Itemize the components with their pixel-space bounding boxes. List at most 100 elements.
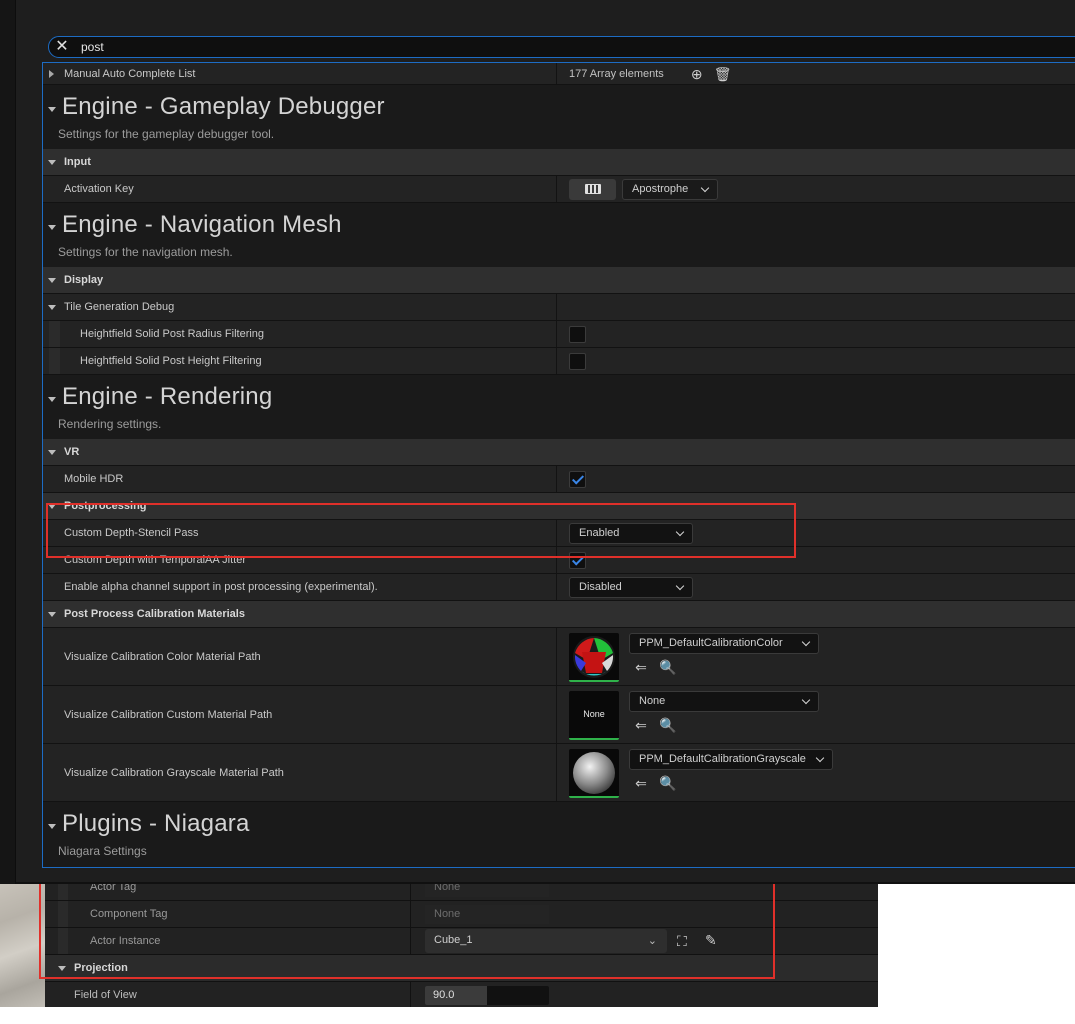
- browse-asset-icon[interactable]: 🔍: [659, 717, 676, 733]
- custom-depth-stencil-dropdown[interactable]: Enabled: [569, 522, 693, 544]
- radius-filtering-row: Heightfield Solid Post Radius Filtering: [43, 321, 1075, 348]
- calibration-custom-thumbnail[interactable]: None: [569, 691, 619, 740]
- category-input[interactable]: Input: [43, 149, 1075, 176]
- mobile-hdr-label: Mobile HDR: [64, 473, 124, 485]
- category-postprocessing[interactable]: Postprocessing: [43, 493, 1075, 520]
- projection-category[interactable]: Projection: [45, 955, 878, 982]
- activation-key-label: Activation Key: [64, 183, 134, 195]
- chevron-down-icon: [700, 183, 710, 192]
- section-description: Settings for the gameplay debugger tool.: [58, 127, 275, 141]
- chevron-down-icon: [815, 753, 825, 763]
- chevron-down-icon: [675, 527, 685, 536]
- chevron-down-icon: ⌄: [647, 935, 657, 947]
- keyboard-icon: [584, 184, 601, 194]
- collapse-arrow-icon[interactable]: [48, 225, 56, 230]
- field-of-view-label: Field of View: [74, 989, 137, 1001]
- section-gameplay-debugger: Engine - Gameplay Debugger Settings for …: [43, 85, 1075, 149]
- custom-depth-stencil-row: Custom Depth-Stencil Pass Enabled: [43, 520, 1075, 547]
- section-niagara: Plugins - Niagara Niagara Settings: [43, 802, 1075, 866]
- section-title: Engine - Navigation Mesh: [62, 211, 342, 238]
- tile-generation-debug-label: Tile Generation Debug: [64, 301, 175, 313]
- search-box[interactable]: ✕ post: [48, 36, 1075, 58]
- alpha-channel-row: Enable alpha channel support in post pro…: [43, 574, 1075, 601]
- browse-asset-icon[interactable]: 🔍: [659, 775, 676, 791]
- color-sphere-icon: [573, 636, 615, 678]
- height-filtering-label: Heightfield Solid Post Height Filtering: [80, 355, 262, 367]
- custom-depth-taa-label: Custom Depth with TemporalAA Jitter: [64, 554, 246, 566]
- collapse-arrow-icon: [48, 611, 56, 617]
- section-title: Plugins - Niagara: [62, 810, 250, 837]
- collapse-arrow-icon: [58, 966, 66, 971]
- calibration-custom-dropdown[interactable]: None: [629, 691, 819, 712]
- section-description: Rendering settings.: [58, 417, 162, 431]
- use-selected-asset-icon[interactable]: ⇐: [633, 717, 649, 733]
- collapse-arrow-icon[interactable]: [48, 304, 56, 310]
- use-selected-asset-icon[interactable]: ⇐: [633, 775, 649, 791]
- trash-icon[interactable]: 🗑: [714, 67, 732, 81]
- expand-arrow-icon[interactable]: [49, 69, 54, 78]
- activation-key-dropdown[interactable]: Apostrophe: [622, 178, 718, 200]
- project-settings-window: ✕ post Manual Auto Complete List 177 Arr…: [0, 0, 1075, 884]
- category-calibration-materials[interactable]: Post Process Calibration Materials: [43, 601, 1075, 628]
- radius-filtering-checkbox[interactable]: [569, 325, 586, 343]
- add-element-icon[interactable]: ⊕: [690, 67, 704, 81]
- collapse-arrow-icon: [48, 159, 56, 165]
- actor-instance-dropdown[interactable]: Cube_1 ⌄: [425, 929, 667, 953]
- details-panel: Actor Tag None Component Tag None Actor …: [45, 880, 878, 1007]
- collapse-arrow-icon[interactable]: [48, 397, 56, 402]
- calibration-color-label: Visualize Calibration Color Material Pat…: [64, 651, 261, 663]
- key-capture-button[interactable]: [569, 178, 616, 200]
- chevron-down-icon: [801, 695, 811, 705]
- category-vr[interactable]: VR: [43, 439, 1075, 466]
- section-navigation-mesh: Engine - Navigation Mesh Settings for th…: [43, 203, 1075, 267]
- component-tag-row: Component Tag None: [45, 901, 878, 928]
- calibration-custom-label: Visualize Calibration Custom Material Pa…: [64, 709, 273, 721]
- collapse-arrow-icon[interactable]: [48, 107, 56, 112]
- calibration-grayscale-dropdown[interactable]: PPM_DefaultCalibrationGrayscale: [629, 749, 833, 770]
- select-actor-icon[interactable]: ⛶: [677, 933, 687, 950]
- custom-depth-taa-checkbox[interactable]: [569, 551, 586, 569]
- close-icon[interactable]: ✕: [53, 38, 71, 56]
- calibration-grayscale-row: Visualize Calibration Grayscale Material…: [43, 744, 1075, 802]
- chevron-down-icon: [801, 637, 811, 647]
- collapse-arrow-icon: [48, 449, 56, 455]
- calibration-grayscale-label: Visualize Calibration Grayscale Material…: [64, 767, 284, 779]
- grayscale-sphere-icon: [573, 752, 615, 794]
- search-input[interactable]: post: [81, 40, 104, 54]
- section-title: Engine - Rendering: [62, 383, 273, 410]
- radius-filtering-label: Heightfield Solid Post Radius Filtering: [80, 328, 265, 340]
- field-of-view-row: Field of View 90.0: [45, 982, 878, 1007]
- actor-instance-row: Actor Instance Cube_1 ⌄ ⛶ ✎: [45, 928, 878, 955]
- collapse-arrow-icon[interactable]: [48, 824, 56, 829]
- calibration-custom-row: Visualize Calibration Custom Material Pa…: [43, 686, 1075, 744]
- use-selected-asset-icon[interactable]: ⇐: [633, 659, 649, 675]
- tile-generation-debug-row[interactable]: Tile Generation Debug: [43, 294, 1075, 321]
- component-tag-field[interactable]: None: [425, 905, 549, 924]
- custom-depth-taa-row: Custom Depth with TemporalAA Jitter: [43, 547, 1075, 574]
- alpha-channel-dropdown[interactable]: Disabled: [569, 576, 693, 598]
- custom-depth-stencil-label: Custom Depth-Stencil Pass: [64, 527, 199, 539]
- category-display[interactable]: Display: [43, 267, 1075, 294]
- mobile-hdr-checkbox[interactable]: [569, 470, 586, 488]
- browse-asset-icon[interactable]: 🔍: [659, 659, 676, 675]
- calibration-color-row: Visualize Calibration Color Material Pat…: [43, 628, 1075, 686]
- settings-list: Manual Auto Complete List 177 Array elem…: [42, 62, 1075, 868]
- height-filtering-checkbox[interactable]: [569, 352, 586, 370]
- eyedropper-icon[interactable]: ✎: [705, 932, 717, 949]
- activation-key-row: Activation Key Apostrophe: [43, 176, 1075, 203]
- section-description: Settings for the navigation mesh.: [58, 245, 233, 259]
- section-description: Niagara Settings: [58, 844, 147, 858]
- mobile-hdr-row: Mobile HDR: [43, 466, 1075, 493]
- chevron-down-icon: [675, 581, 685, 590]
- alpha-channel-label: Enable alpha channel support in post pro…: [64, 581, 378, 593]
- calibration-color-thumbnail[interactable]: [569, 633, 619, 682]
- viewport-preview: [0, 880, 45, 1007]
- collapse-arrow-icon: [48, 277, 56, 283]
- calibration-grayscale-thumbnail[interactable]: [569, 749, 619, 798]
- field-of-view-input[interactable]: 90.0: [425, 986, 549, 1005]
- calibration-color-dropdown[interactable]: PPM_DefaultCalibrationColor: [629, 633, 819, 654]
- array-count: 177 Array elements: [569, 67, 664, 80]
- section-title: Engine - Gameplay Debugger: [62, 93, 385, 120]
- manual-auto-complete-list-row: Manual Auto Complete List 177 Array elem…: [43, 63, 1075, 85]
- window-edge: [0, 0, 16, 884]
